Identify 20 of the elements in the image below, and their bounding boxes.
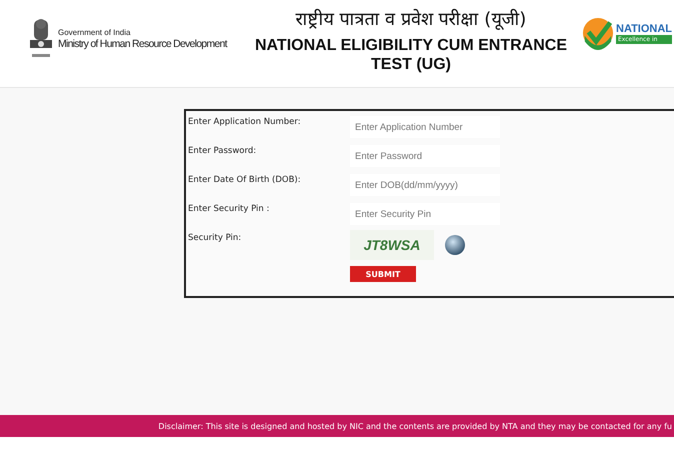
field-label: Enter Application Number:: [187, 116, 302, 127]
input-field[interactable]: Enter Application Number: [350, 116, 500, 138]
ministry-name: Ministry of Human Resource Development: [58, 36, 227, 50]
hindi-title: राष्ट्रीय पात्रता व प्रवेश परीक्षा (यूजी): [296, 8, 526, 30]
agency-name: NATIONAL: [616, 22, 672, 34]
input-field[interactable]: Enter Security Pin: [350, 203, 500, 225]
government-label: Government of India: [58, 28, 132, 36]
refresh-globe-icon[interactable]: [444, 234, 466, 256]
field-label: Security Pin:: [187, 232, 242, 243]
input-field[interactable]: Enter Password: [350, 145, 500, 167]
submit-button[interactable]: SUBMIT: [350, 266, 416, 282]
exam-title: NATIONAL ELIGIBILITY CUM ENTRANCE: [255, 36, 567, 55]
exam-title: TEST (UG): [371, 55, 451, 74]
field-label: Enter Password:: [187, 145, 258, 156]
checkmark-logo-icon: [582, 16, 614, 50]
field-label: Enter Security Pin :: [187, 203, 270, 214]
field-label: Enter Date Of Birth (DOB):: [187, 174, 302, 185]
disclaimer-text: Disclaimer: This site is designed and hosted by NIC and the contents are provided by NTA and they may be contacted for any fu: [158, 422, 673, 430]
captcha-image: JT8WSA: [350, 230, 434, 260]
input-field[interactable]: Enter DOB(dd/mm/yyyy): [350, 174, 500, 196]
